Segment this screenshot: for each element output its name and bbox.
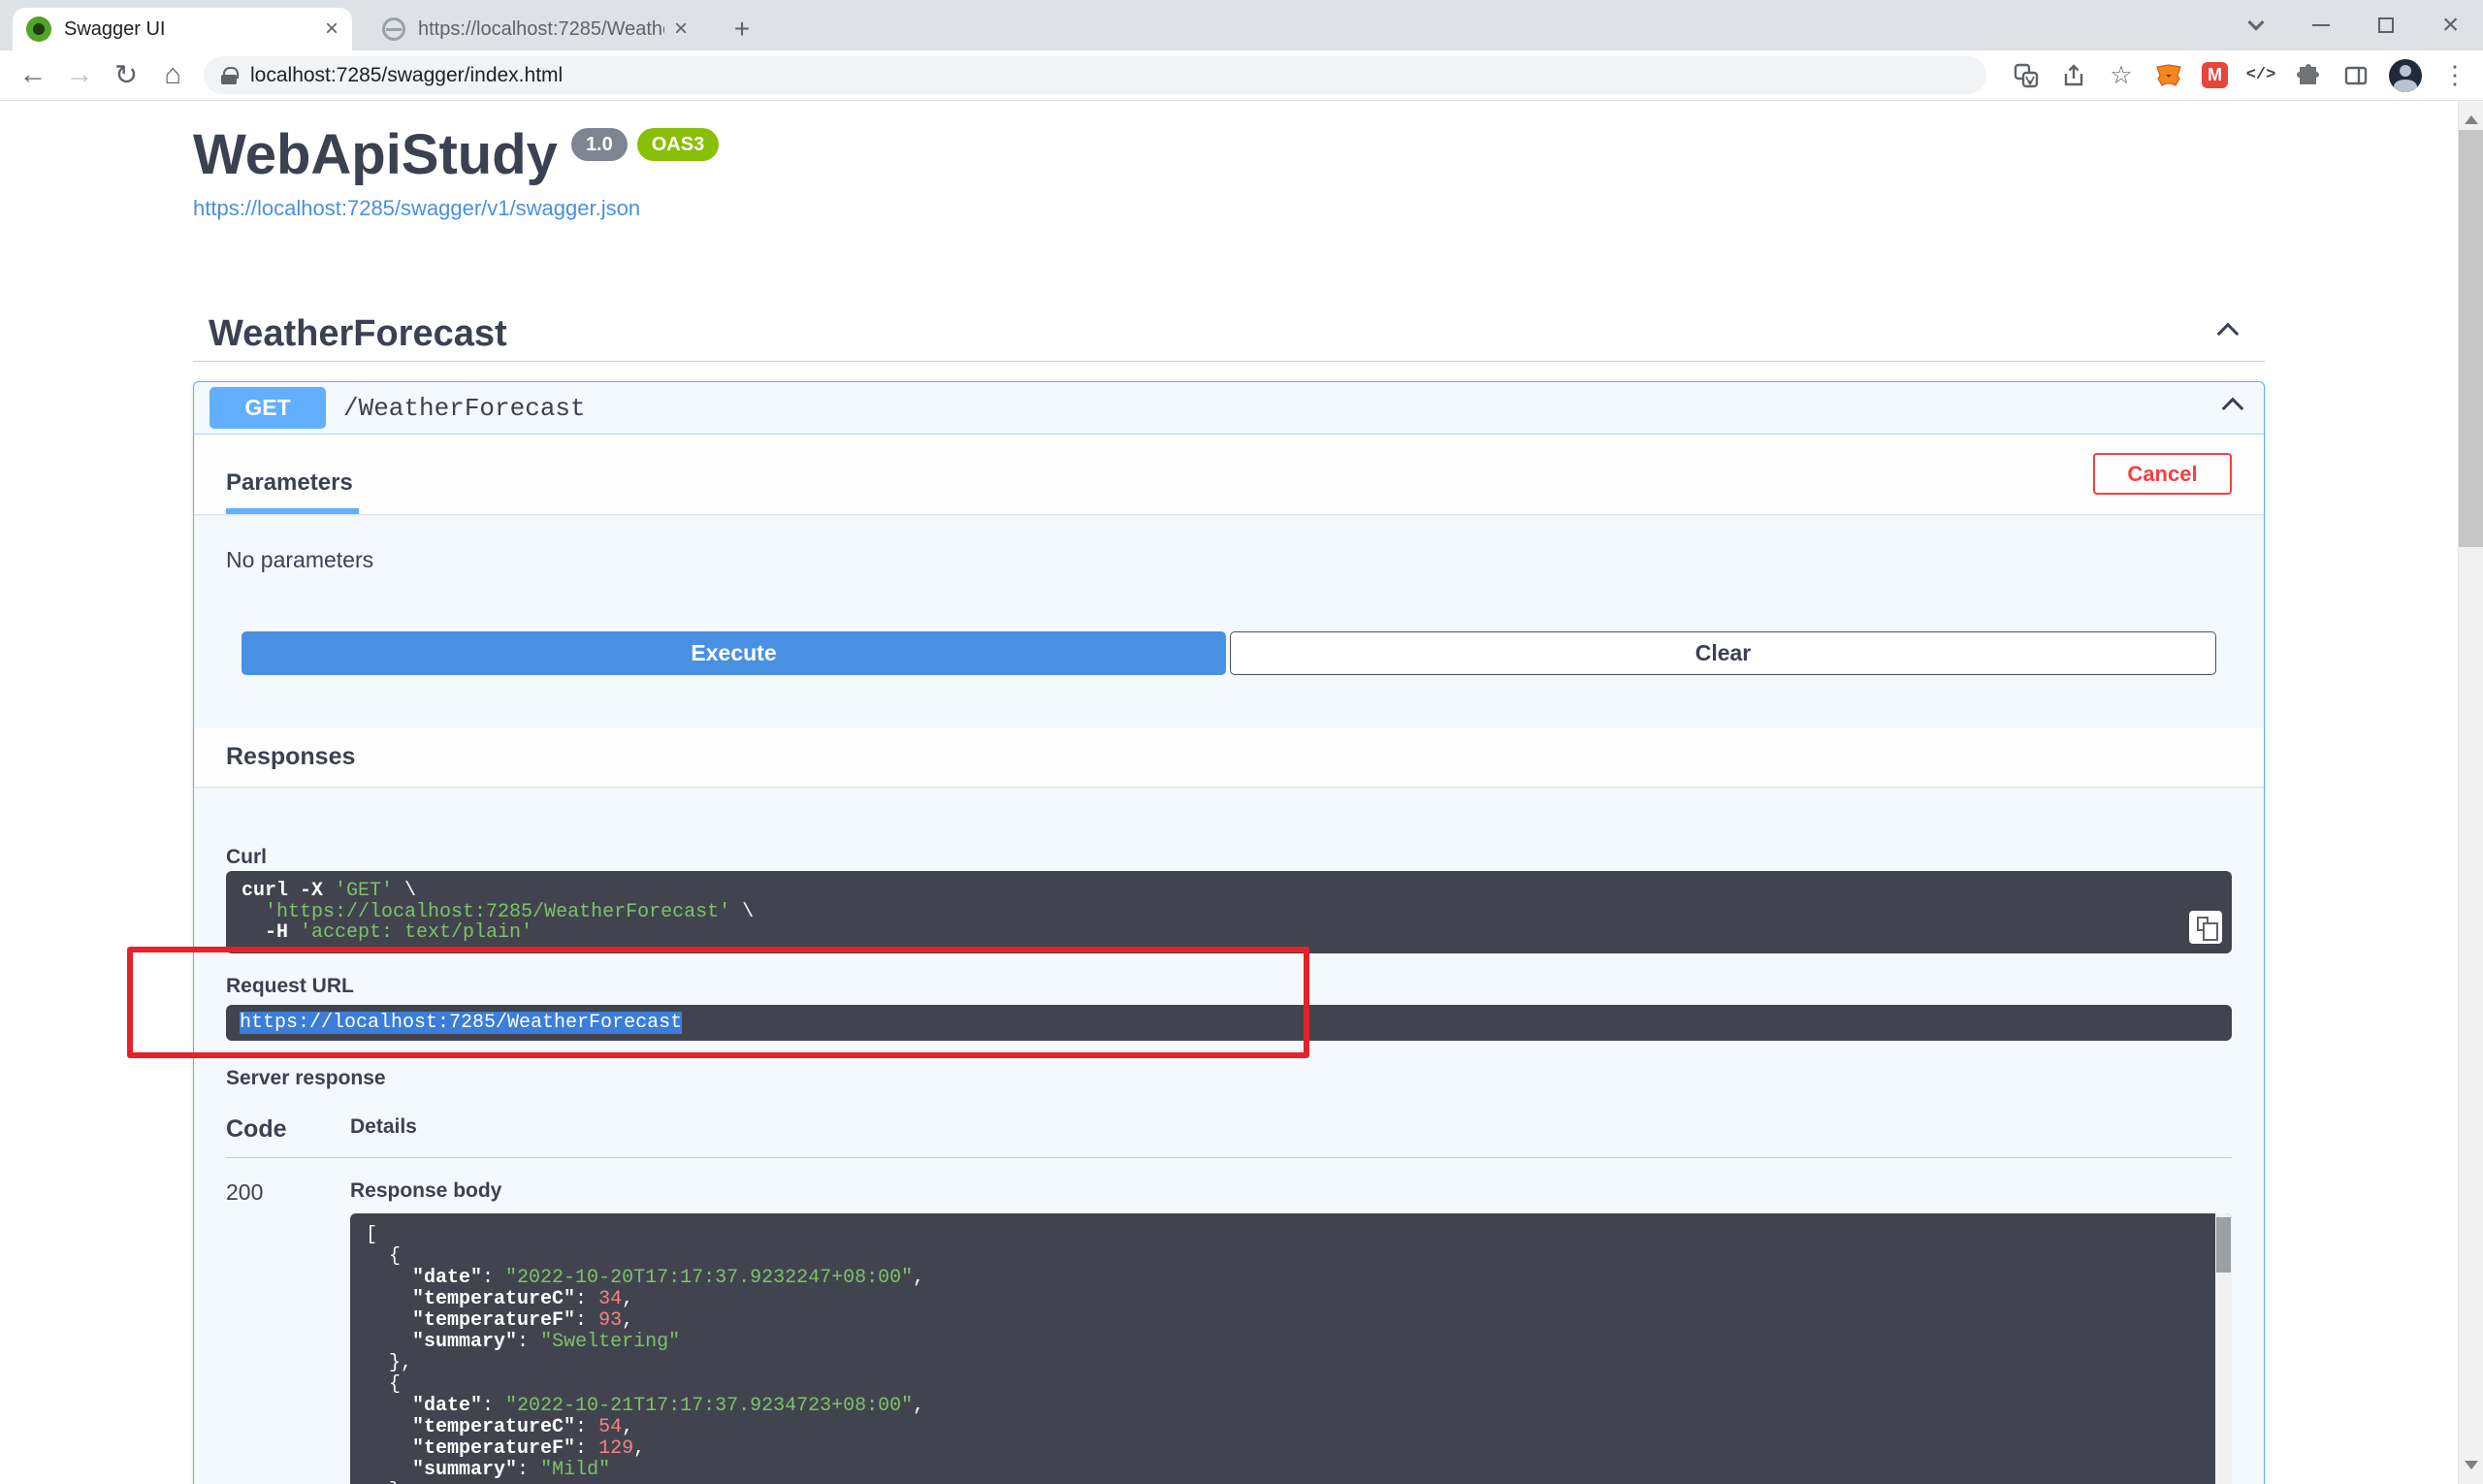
responses-header: Responses — [194, 727, 2264, 787]
oas3-badge: OAS3 — [637, 128, 719, 161]
operation-path: /WeatherForecast — [343, 394, 586, 423]
execute-button-group: Execute Clear — [242, 631, 2216, 675]
tab-title: Swagger UI — [64, 18, 315, 41]
new-tab-button[interactable]: + — [725, 12, 759, 47]
minimize-button[interactable] — [2288, 0, 2353, 50]
http-method-badge: GET — [210, 387, 326, 429]
tab-parameters[interactable]: Parameters — [226, 469, 359, 514]
copy-button[interactable] — [2189, 911, 2222, 944]
plus-icon: + — [734, 14, 750, 45]
operation-summary[interactable]: GET /WeatherForecast — [194, 382, 2264, 435]
page-scroll-thumb[interactable] — [2459, 130, 2483, 547]
page-favicon-icon — [382, 17, 405, 41]
collapse-tag-icon[interactable] — [2217, 323, 2240, 345]
devtools-extension-icon[interactable]: </> — [2246, 61, 2275, 90]
response-table-header: Code Details — [226, 1115, 2232, 1158]
chevron-down-icon — [2247, 15, 2264, 31]
home-button[interactable]: ⌂ — [149, 54, 196, 97]
tab-title: https://localhost:7285/Weathe — [418, 18, 664, 41]
browser-toolbar: ← → ↻ ⌂ localhost:7285/swagger/index.htm… — [0, 50, 2483, 101]
tag-section-header[interactable]: WeatherForecast — [193, 310, 2265, 362]
extension-icon[interactable] — [2294, 61, 2323, 90]
server-response-label: Server response — [226, 1067, 2232, 1090]
response-body-scrollbar[interactable] — [2215, 1213, 2232, 1484]
parameters-header: Parameters Cancel — [194, 435, 2264, 514]
maximize-icon — [2378, 17, 2394, 33]
reload-button[interactable]: ↻ — [103, 54, 149, 97]
curl-label: Curl — [226, 846, 2232, 869]
page-scrollbar[interactable] — [2458, 101, 2483, 1484]
status-code: 200 — [226, 1179, 350, 1484]
response-body-block: [ { "date": "2022-10-20T17:17:37.9232247… — [350, 1213, 2232, 1484]
share-icon[interactable] — [2059, 61, 2088, 90]
response-body-label: Response body — [350, 1179, 2232, 1203]
window-controls: × — [2223, 0, 2483, 50]
browser-menu-icon[interactable]: ⋮ — [2440, 61, 2469, 90]
minimize-icon — [2312, 24, 2330, 27]
details-column-header: Details — [350, 1115, 417, 1144]
back-button[interactable]: ← — [10, 54, 56, 97]
bookmark-star-icon[interactable]: ☆ — [2107, 61, 2136, 90]
curl-command: curl -X 'GET' \ 'https://localhost:7285/… — [242, 881, 2216, 944]
maximize-button[interactable] — [2353, 0, 2418, 50]
browser-window: Swagger UI × https://localhost:7285/Weat… — [0, 0, 2483, 1484]
request-url-label: Request URL — [226, 975, 2232, 998]
profile-avatar[interactable] — [2389, 59, 2422, 92]
request-url-value: https://localhost:7285/WeatherForecast — [240, 1012, 682, 1034]
scroll-up-arrow-icon[interactable] — [2465, 109, 2478, 124]
close-window-button[interactable]: × — [2418, 0, 2483, 50]
operation-block-get: GET /WeatherForecast Parameters Cancel N… — [193, 381, 2265, 1484]
response-row: 200 Response body [ { "date": "2022-10-2… — [226, 1158, 2232, 1484]
tab-search-button[interactable] — [2223, 0, 2288, 50]
page-title: WebApiStudy — [193, 124, 558, 186]
address-url[interactable]: localhost:7285/swagger/index.html — [250, 64, 563, 87]
metamask-extension-icon[interactable] — [2154, 61, 2183, 90]
responses-title: Responses — [226, 743, 355, 771]
copy-icon — [2197, 917, 2209, 931]
tab-weatherforecast[interactable]: https://localhost:7285/Weathe × — [369, 8, 701, 50]
response-body-json: [ { "date": "2022-10-20T17:17:37.9232247… — [366, 1225, 2193, 1484]
curl-command-block: curl -X 'GET' \ 'https://localhost:7285/… — [226, 871, 2232, 953]
lock-icon[interactable] — [221, 67, 237, 84]
tag-name: WeatherForecast — [209, 312, 507, 355]
side-panel-icon[interactable] — [2341, 61, 2370, 90]
scroll-down-arrow-icon[interactable] — [2465, 1461, 2478, 1476]
request-url-block: https://localhost:7285/WeatherForecast — [226, 1005, 2232, 1042]
close-icon: × — [2442, 11, 2460, 40]
no-parameters-text: No parameters — [226, 547, 373, 572]
swagger-favicon-icon — [26, 16, 51, 42]
execute-button[interactable]: Execute — [242, 631, 1226, 675]
version-badge: 1.0 — [571, 128, 628, 161]
cancel-button[interactable]: Cancel — [2093, 453, 2232, 495]
tab-swagger-ui[interactable]: Swagger UI × — [13, 8, 352, 50]
swagger-json-link[interactable]: https://localhost:7285/swagger/v1/swagge… — [193, 196, 640, 221]
code-column-header: Code — [226, 1115, 350, 1144]
address-bar[interactable]: localhost:7285/swagger/index.html — [204, 56, 1986, 94]
forward-button[interactable]: → — [56, 54, 103, 97]
clear-button[interactable]: Clear — [1230, 631, 2216, 675]
toolbar-icons: ☆ M </> ⋮ — [2012, 59, 2469, 92]
api-title-row: WebApiStudy 1.0 OAS3 — [193, 124, 2265, 186]
response-body-scroll-thumb[interactable] — [2216, 1217, 2231, 1273]
gmail-extension-icon[interactable]: M — [2202, 62, 2228, 88]
tab-close-icon[interactable]: × — [325, 17, 339, 41]
tab-close-icon[interactable]: × — [674, 17, 688, 41]
translate-icon[interactable] — [2012, 61, 2041, 90]
swagger-page: WebApiStudy 1.0 OAS3 https://localhost:7… — [0, 101, 2458, 1484]
tab-strip: Swagger UI × https://localhost:7285/Weat… — [0, 0, 2483, 50]
collapse-operation-icon[interactable] — [2222, 397, 2244, 419]
